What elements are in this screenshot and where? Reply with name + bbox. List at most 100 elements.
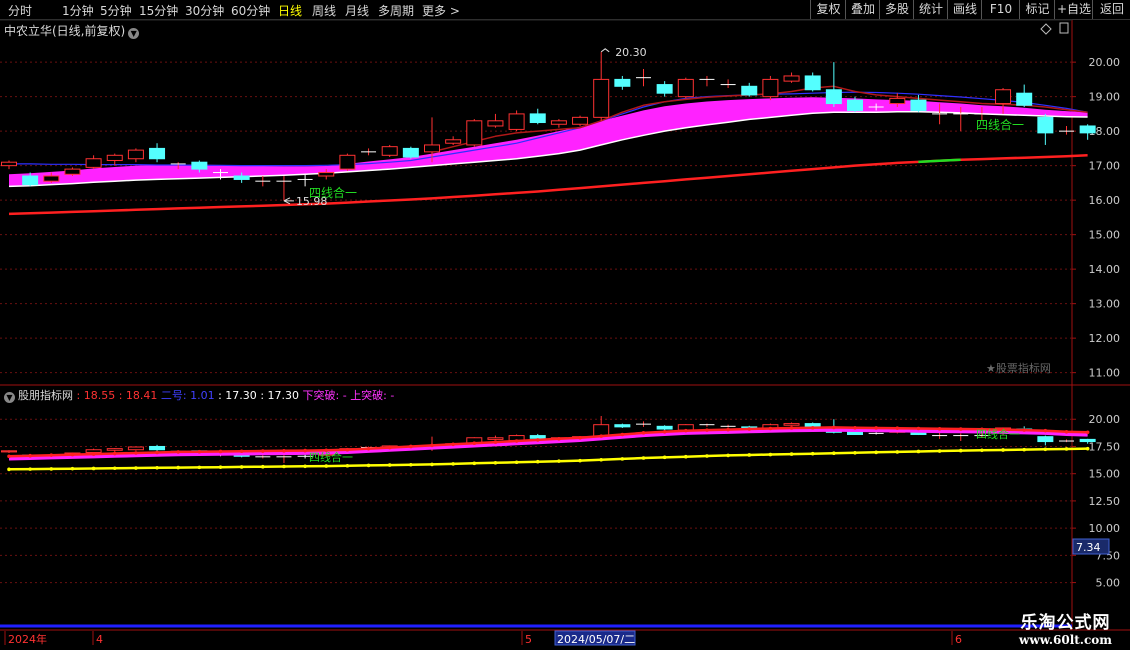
indicator-yellow-dot: [472, 461, 477, 466]
price-tick-label: 13.00: [1089, 298, 1121, 311]
candle-body: [762, 78, 779, 98]
indicator-red-dot: [493, 440, 498, 444]
indicator-yellow-dot: [218, 465, 223, 469]
indicator-red-dot: [91, 452, 96, 456]
indicator-yellow-dot: [70, 466, 75, 471]
candle-body: [43, 175, 60, 182]
candle-body: [191, 161, 208, 170]
candle-body: [656, 84, 673, 94]
indicator-red-dot: [112, 451, 117, 456]
indicator-yellow-dot: [1043, 447, 1048, 452]
candle-body: [22, 175, 39, 186]
indicator-red-dot: [641, 431, 646, 435]
indicator-yellow-dot: [176, 465, 180, 470]
indicator-yellow-dot: [261, 464, 265, 469]
candle-body: [995, 89, 1012, 105]
indicator-yellow-dot: [768, 452, 773, 457]
indicator-yellow-dot: [1001, 448, 1005, 452]
candle-body: [424, 144, 440, 153]
candle-body: [318, 172, 335, 177]
time-axis-label: 6: [955, 633, 962, 646]
indicator-red-dot: [70, 452, 75, 457]
indicator-yellow-dot: [514, 460, 519, 465]
indicator-red-dot: [535, 438, 540, 442]
high-marker: [600, 48, 610, 53]
candle-body: [1016, 92, 1033, 106]
indicator-yellow-dot: [705, 454, 709, 458]
indicator-yellow-dot: [345, 463, 350, 468]
ma-long-highlight-segment: [918, 158, 961, 164]
indicator-yellow-dot: [641, 456, 646, 460]
indicator-red-dot: [557, 437, 561, 441]
indicator-red-dot: [49, 453, 54, 457]
indicator-red-dot: [853, 425, 857, 430]
candle-body: [910, 99, 927, 111]
indicator-yellow-dot: [493, 461, 498, 465]
candle-body: [825, 89, 842, 105]
candle-body: [381, 146, 398, 156]
candle-body: [593, 78, 610, 118]
candle-body: [1037, 116, 1054, 134]
indicator-tick-label: 12.50: [1089, 495, 1121, 508]
four-line-label-lower-right: 四线合一: [976, 427, 1020, 441]
ind-candle-body: [614, 424, 631, 428]
candle-body: [529, 113, 546, 124]
indicator-red-dot: [620, 432, 625, 437]
indicator-yellow-dot: [874, 450, 878, 455]
indicator-yellow-dot: [684, 454, 688, 459]
time-axis-label: 5: [525, 633, 532, 646]
ind-candle-body: [1079, 438, 1096, 443]
indicator-magenta-line: [8, 429, 1088, 461]
indicator-yellow-dot: [303, 464, 307, 469]
indicator-tick-label: 20.00: [1089, 413, 1121, 426]
price-tick-label: 12.00: [1089, 332, 1121, 345]
candle-body: [1, 161, 17, 167]
chart-canvas[interactable]: 20.0019.0018.0017.0016.0015.0014.0013.00…: [0, 0, 1130, 650]
indicator-yellow-dot: [91, 466, 96, 471]
indicator-yellow-dot: [747, 453, 752, 457]
four-line-label-lower-left: 四线合一: [309, 450, 353, 464]
price-tick-label: 14.00: [1089, 263, 1121, 276]
selected-date-label: 2024/05/07/二: [557, 633, 635, 646]
indicator-red-dot: [726, 427, 730, 432]
price-tick-label: 15.00: [1089, 229, 1121, 242]
indicator-red-dot: [832, 425, 836, 430]
candle-body: [614, 78, 631, 87]
candle-body: [85, 158, 102, 168]
ind-candle-body: [783, 423, 800, 426]
indicator-red-dot: [409, 444, 413, 449]
indicator-yellow-dot: [155, 466, 159, 470]
indicator-red-dot: [895, 426, 900, 430]
indicator-red-dot: [387, 445, 392, 450]
indicator-yellow-dot: [387, 463, 392, 467]
indicator-red-dot: [578, 435, 582, 440]
candle-body: [508, 113, 525, 130]
candle-body: [233, 175, 250, 180]
indicator-red-dot: [916, 426, 921, 431]
ind-candle-body: [85, 449, 102, 453]
indicator-yellow-dot: [557, 459, 561, 463]
candle-body: [847, 99, 863, 111]
indicator-red-dot: [1043, 428, 1048, 433]
candle-body: [127, 149, 144, 160]
indicator-yellow-dot: [662, 455, 667, 460]
indicator-yellow-dot: [535, 459, 540, 464]
indicator-yellow-dot: [7, 467, 11, 472]
indicator-yellow-dot: [895, 450, 900, 454]
logo-line2: www.60lt.com: [1019, 633, 1112, 647]
indicator-red-dot: [768, 426, 773, 431]
ind-candle-body: [487, 437, 504, 440]
indicator-tick-label: 10.00: [1089, 522, 1121, 535]
candle-body: [64, 168, 81, 175]
indicator-red-dot: [218, 449, 223, 454]
indicator-red-dot: [472, 441, 477, 446]
indicator-red-dot: [1022, 428, 1026, 432]
indicator-yellow-dot: [1022, 447, 1026, 452]
indicator-yellow-dot: [324, 464, 329, 468]
indicator-yellow-dot: [197, 465, 202, 470]
indicator-yellow-dot: [937, 449, 942, 453]
indicator-yellow-dot: [853, 450, 857, 455]
indicator-yellow-dot: [980, 448, 984, 453]
indicator-red-dot: [430, 443, 434, 448]
indicator-red-dot: [874, 426, 878, 430]
